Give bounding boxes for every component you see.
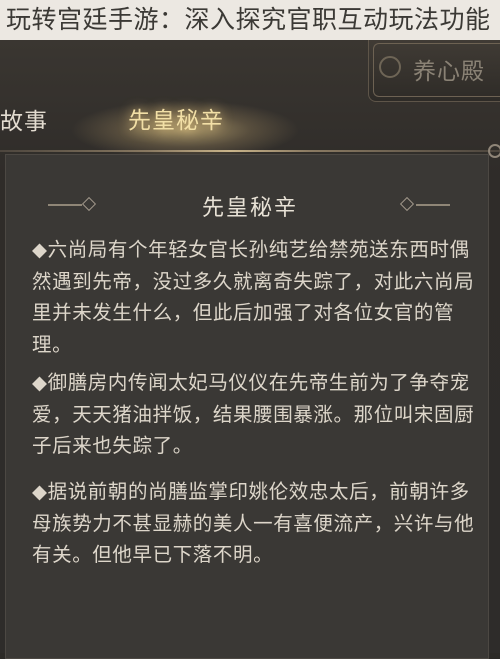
rumor-paragraph: ◆御膳房内传闻太妃马仪仪在先帝生前为了争夺宠爱，天天猪油拌饭，结果腰围暴涨。那位… bbox=[32, 371, 475, 457]
rumor-paragraph: ◆据说前朝的尚膳监掌印姚伦效忠太后，前朝许多母族势力不甚显赫的美人一有喜便流产，… bbox=[32, 480, 475, 566]
caption-banner: 玩转宫廷手游：深入探究官职互动玩法功能 bbox=[0, 0, 500, 40]
panel-title: 先皇秘辛 bbox=[201, 196, 298, 221]
tab-story[interactable]: 故事 bbox=[0, 102, 48, 136]
tab-divider bbox=[0, 150, 500, 152]
tab-emperor-secrets[interactable]: 先皇秘辛 bbox=[128, 101, 224, 135]
ring-ornament-icon bbox=[488, 144, 500, 158]
tab-yangxin-label: 养心殿 bbox=[413, 59, 485, 85]
knot-ornament-icon bbox=[379, 56, 401, 78]
title-ornament-right bbox=[416, 204, 450, 206]
rumor-paragraph: ◆六尚局有个年轻女官长孙纯艺给禁苑送东西时偶然遇到先帝，没过多久就离奇失踪了，对… bbox=[32, 238, 475, 356]
tab-yangxin-hall[interactable]: 养心殿 bbox=[368, 40, 500, 102]
